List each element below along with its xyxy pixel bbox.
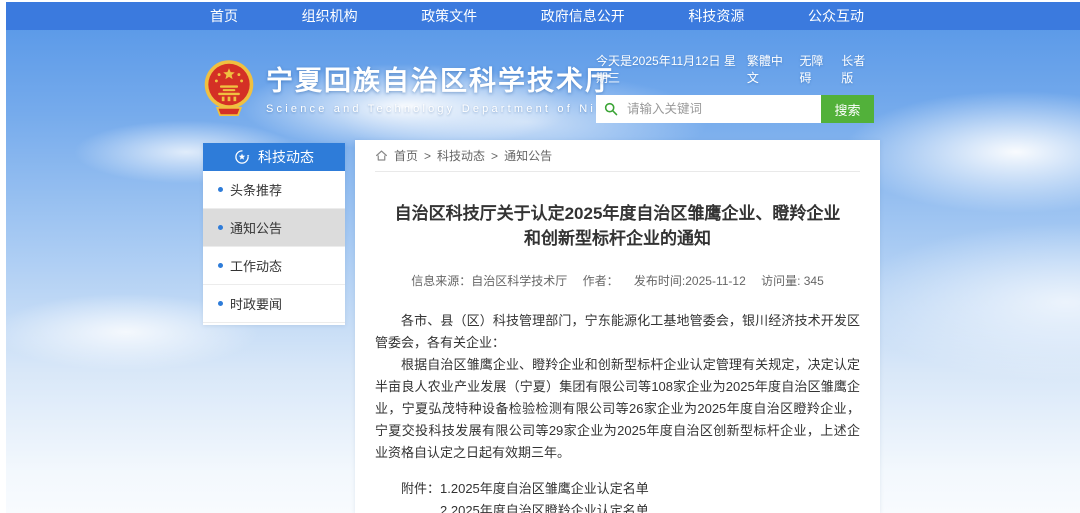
search-input[interactable] — [625, 101, 813, 117]
search-button[interactable]: 搜索 — [821, 95, 874, 123]
sidebar-item-label: 工作动态 — [230, 256, 282, 275]
search-bar: 搜索 — [596, 95, 874, 123]
nav-item-organization[interactable]: 组织机构 — [302, 6, 358, 26]
sidebar-item-label: 时政要闻 — [230, 294, 282, 313]
sidebar-item-notices[interactable]: 通知公告 — [203, 209, 345, 247]
link-accessibility[interactable]: 无障碍 — [800, 52, 833, 86]
home-icon — [375, 149, 388, 162]
attachment-link-1[interactable]: 1.2025年度自治区雏鹰企业认定名单 — [440, 478, 688, 500]
sidebar-item-headlines[interactable]: 头条推荐 — [203, 171, 345, 209]
link-traditional-chinese[interactable]: 繁體中文 — [747, 52, 791, 86]
top-navigation: 首页 组织机构 政策文件 政府信息公开 科技资源 公众互动 — [6, 2, 1080, 30]
bullet-icon — [218, 187, 223, 192]
breadcrumb: 首页 > 科技动态 > 通知公告 — [375, 140, 860, 172]
national-emblem-icon — [202, 58, 256, 120]
main-panel: 首页 > 科技动态 > 通知公告 自治区科技厅关于认定2025年度自治区雏鹰企业… — [355, 140, 880, 513]
sidebar-title: 科技动态 — [258, 147, 314, 167]
meta-source: 信息来源：自治区科学技术厅 — [411, 274, 567, 288]
site-subtitle: Science and Technology Department of Nin… — [266, 103, 638, 115]
sidebar-item-work-news[interactable]: 工作动态 — [203, 247, 345, 285]
page: 首页 组织机构 政策文件 政府信息公开 科技资源 公众互动 宁夏回族自治区科学技… — [0, 0, 1080, 513]
breadcrumb-current[interactable]: 通知公告 — [504, 147, 552, 164]
breadcrumb-section[interactable]: 科技动态 — [437, 147, 485, 164]
nav-item-gov-info[interactable]: 政府信息公开 — [541, 6, 625, 26]
site-title: 宁夏回族自治区科学技术厅 — [266, 66, 638, 96]
breadcrumb-home[interactable]: 首页 — [394, 147, 418, 164]
article-title: 自治区科技厅关于认定2025年度自治区雏鹰企业、瞪羚企业和创新型标杆企业的通知 — [389, 201, 847, 251]
nav-item-resources[interactable]: 科技资源 — [688, 6, 744, 26]
attachments-label: 附件： — [401, 478, 440, 513]
star-circle-icon — [234, 149, 250, 165]
site-brand: 宁夏回族自治区科学技术厅 Science and Technology Depa… — [202, 58, 638, 120]
attachments-section: 附件： 1.2025年度自治区雏鹰企业认定名单 2.2025年度自治区瞪羚企业认… — [401, 478, 860, 513]
meta-publish-time: 发布时间:2025-11-12 — [634, 274, 746, 288]
article-body: 各市、县（区）科技管理部门，宁东能源化工基地管委会，银川经济技术开发区管委会，各… — [375, 310, 860, 464]
breadcrumb-separator: > — [491, 149, 498, 163]
link-elder-version[interactable]: 长者版 — [841, 52, 874, 86]
attachment-link-2[interactable]: 2.2025年度自治区瞪羚企业认定名单 — [440, 500, 688, 513]
article-meta: 信息来源：自治区科学技术厅 作者： 发布时间:2025-11-12 访问量: 3… — [375, 272, 860, 289]
article-paragraph: 各市、县（区）科技管理部门，宁东能源化工基地管委会，银川经济技术开发区管委会，各… — [375, 310, 860, 354]
bullet-icon — [218, 263, 223, 268]
search-icon — [604, 102, 618, 116]
bullet-icon — [218, 225, 223, 230]
nav-item-interaction[interactable]: 公众互动 — [808, 6, 864, 26]
nav-item-home[interactable]: 首页 — [210, 6, 238, 26]
sidebar: 科技动态 头条推荐 通知公告 工作动态 时政要闻 — [203, 143, 345, 325]
breadcrumb-separator: > — [424, 149, 431, 163]
sidebar-header: 科技动态 — [203, 143, 345, 171]
nav-item-policy[interactable]: 政策文件 — [421, 6, 477, 26]
article-paragraph: 根据自治区雏鹰企业、瞪羚企业和创新型标杆企业认定管理有关规定，决定认定半亩良人农… — [375, 354, 860, 464]
meta-author: 作者： — [583, 274, 619, 288]
bullet-icon — [218, 301, 223, 306]
sidebar-item-label: 头条推荐 — [230, 180, 282, 199]
sidebar-item-politics-news[interactable]: 时政要闻 — [203, 285, 345, 323]
meta-views: 访问量: 345 — [761, 274, 824, 288]
current-date: 今天是2025年11月12日 星期三 — [596, 52, 747, 86]
header-tools: 今天是2025年11月12日 星期三 繁體中文 无障碍 长者版 搜索 — [596, 52, 874, 123]
sidebar-item-label: 通知公告 — [230, 218, 282, 237]
